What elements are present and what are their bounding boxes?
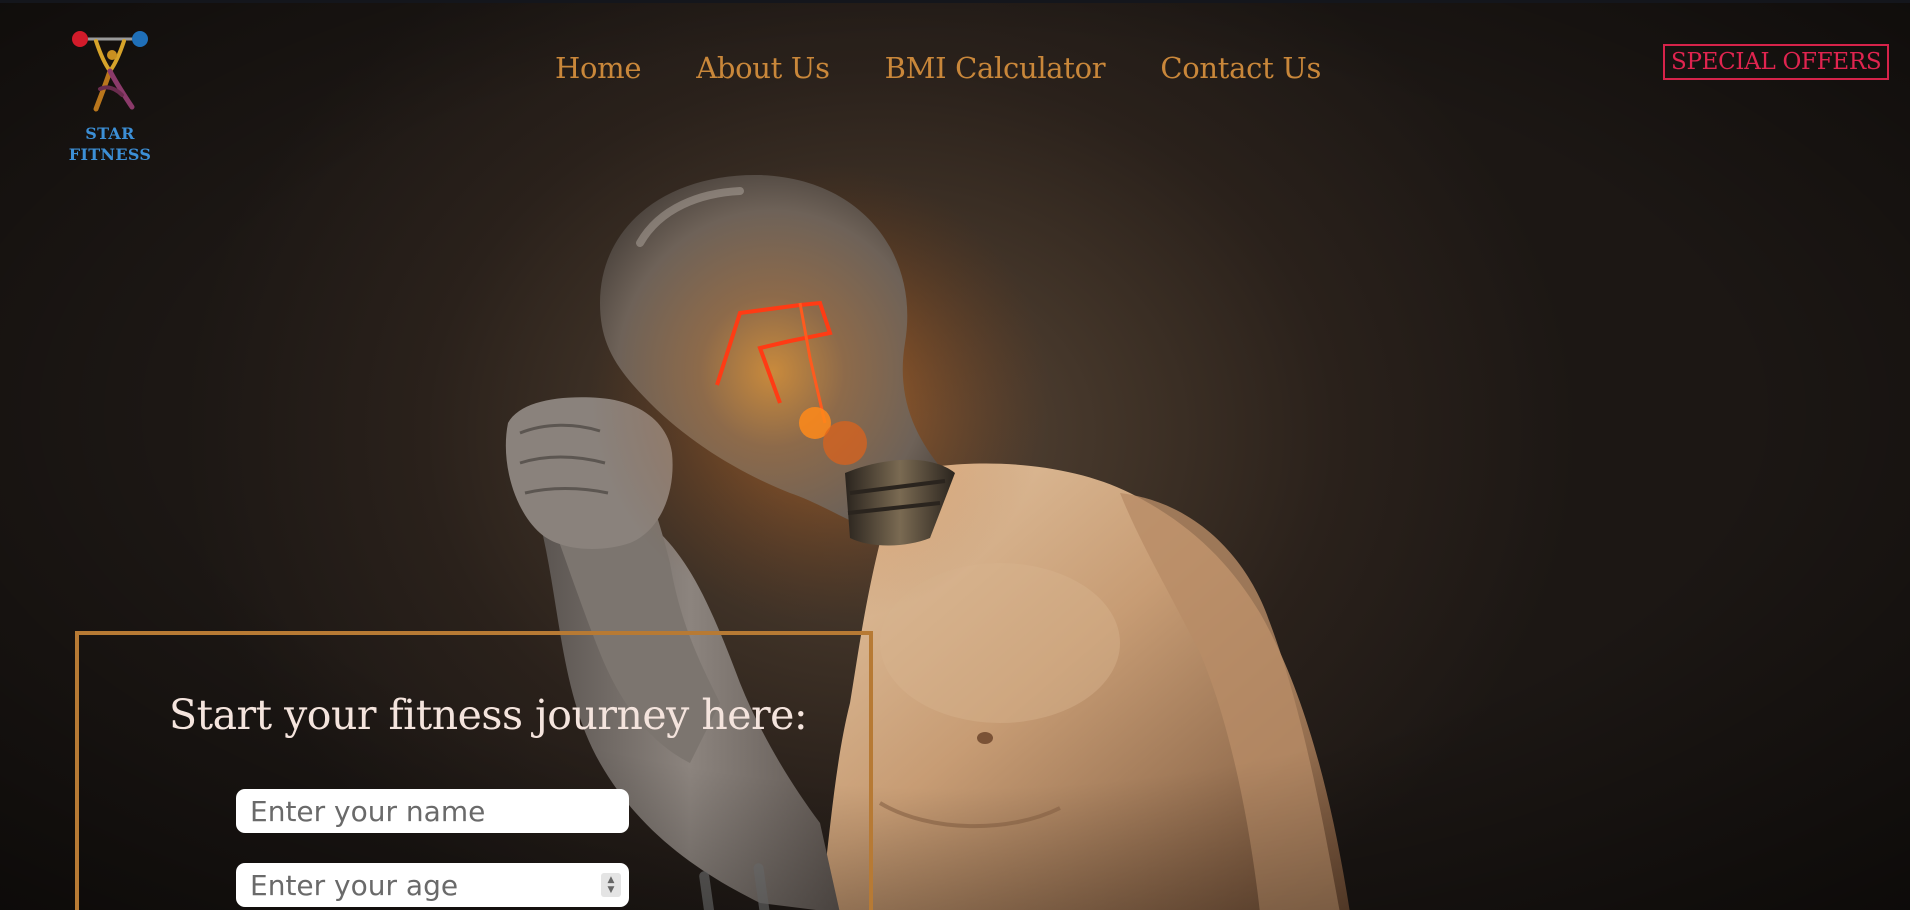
page: STAR FITNESS Home About Us BMI Calculato… [0, 0, 1910, 910]
spinner-up-icon[interactable]: ▲ [608, 875, 615, 885]
age-input[interactable] [236, 863, 629, 907]
name-input[interactable] [236, 789, 629, 833]
logo-text-line1: STAR [85, 124, 135, 143]
logo[interactable]: STAR FITNESS [60, 23, 160, 165]
nav-about-us[interactable]: About Us [696, 51, 830, 85]
form-title: Start your fitness journey here: [169, 691, 808, 739]
nav-bmi-calculator[interactable]: BMI Calculator [885, 51, 1106, 85]
weightlifter-icon [72, 31, 148, 112]
age-field: ▲ ▼ [236, 863, 629, 907]
age-spinner[interactable]: ▲ ▼ [601, 873, 621, 897]
nav-contact-us[interactable]: Contact Us [1160, 51, 1321, 85]
nav-home[interactable]: Home [555, 51, 642, 85]
signup-form: Start your fitness journey here: ▲ ▼ [75, 631, 873, 910]
special-offers-button[interactable]: SPECIAL OFFERS [1663, 44, 1890, 80]
main-nav: Home About Us BMI Calculator Contact Us [555, 51, 1321, 85]
spinner-down-icon[interactable]: ▼ [608, 885, 615, 895]
logo-text-line2: FITNESS [68, 145, 152, 164]
